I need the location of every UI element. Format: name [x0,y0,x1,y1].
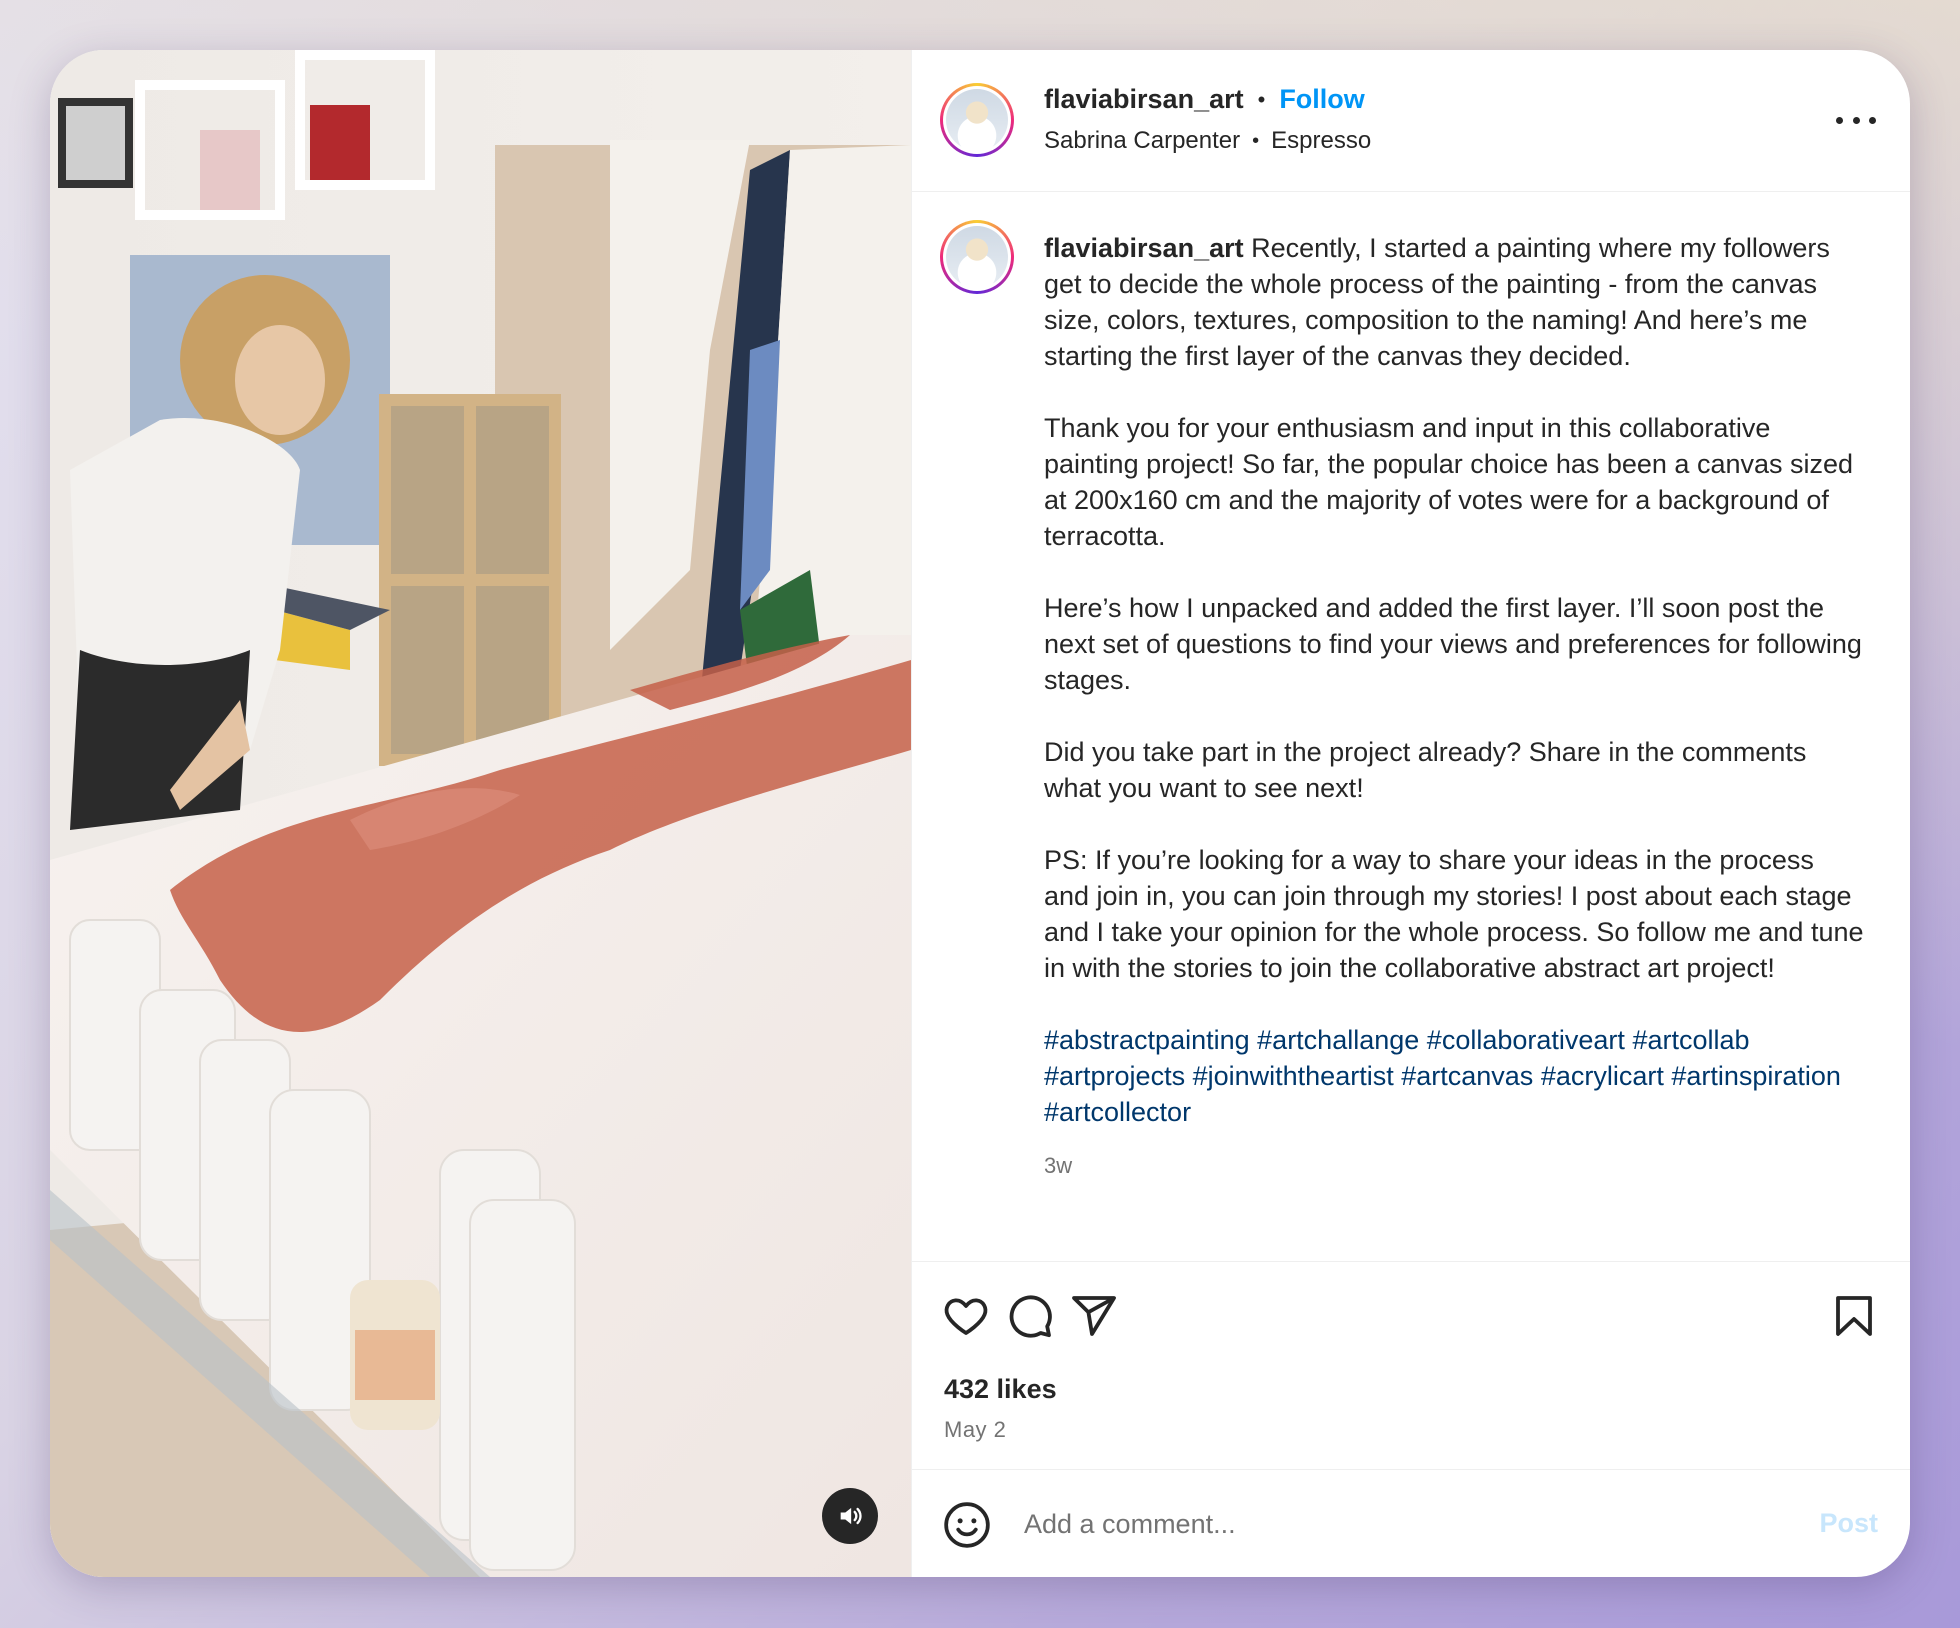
post-comment-button[interactable]: Post [1819,1508,1878,1539]
post-video[interactable] [50,50,911,1577]
caption-paragraph: PS: If you’re looking for a way to share… [1044,845,1864,983]
hashtag-link[interactable]: #artchallange [1257,1025,1419,1055]
comment-bubble-icon[interactable] [1006,1292,1054,1340]
heart-icon[interactable] [942,1292,990,1340]
dot-icon [1852,116,1860,124]
comment-bar: Post [912,1470,1910,1577]
hashtag-link[interactable]: #artcollab [1632,1025,1749,1055]
likes-count[interactable]: 432 likes [944,1374,1057,1405]
hashtag-link[interactable]: #artcanvas [1401,1061,1533,1091]
speaker-icon [840,1507,862,1525]
time-ago: 3w [1044,1153,1073,1178]
hashtag-link[interactable]: #abstractpainting [1044,1025,1250,1055]
more-options-button[interactable] [1836,110,1876,130]
caption-username-link[interactable]: flaviabirsan_art [1044,233,1244,263]
post-header: flaviabirsan_art • Follow Sabrina Carpen… [912,50,1910,192]
hashtag-link[interactable]: #artprojects [1044,1061,1185,1091]
follow-button[interactable]: Follow [1279,84,1364,115]
username-link[interactable]: flaviabirsan_art [1044,84,1244,115]
bookmark-icon[interactable] [1830,1292,1878,1340]
hashtag-link[interactable]: #joinwiththeartist [1193,1061,1394,1091]
dot-icon [1836,116,1843,124]
separator: • [1252,129,1260,152]
dot-icon [1869,116,1876,124]
hashtag-link[interactable]: #collaborativeart [1427,1025,1625,1055]
hashtag-link[interactable]: #acrylicart [1541,1061,1664,1091]
sound-toggle-button[interactable] [822,1488,878,1544]
post-dialog: flaviabirsan_art • Follow Sabrina Carpen… [50,50,1910,1577]
caption-paragraph: Did you take part in the project already… [1044,737,1807,803]
post-date: May 2 [944,1417,1007,1442]
post-details-panel: flaviabirsan_art • Follow Sabrina Carpen… [911,50,1910,1577]
audio-info: Sabrina Carpenter • Espresso [1044,127,1371,155]
action-bar: 432 likes May 2 [912,1262,1910,1470]
comment-input[interactable] [1024,1496,1624,1552]
caption-avatar[interactable] [940,220,1014,294]
separator: • [1257,86,1266,112]
caption-paragraph: flaviabirsan_art Recently, I started a p… [1044,233,1830,371]
avatar[interactable] [940,83,1014,157]
hashtag-link[interactable]: #artcollector [1044,1097,1191,1127]
caption-paragraph: Thank you for your enthusiasm and input … [1044,413,1854,551]
emoji-icon[interactable] [942,1500,992,1550]
audio-artist-link[interactable]: Sabrina Carpenter [1044,127,1240,155]
hashtag-link[interactable]: #artinspiration [1671,1061,1841,1091]
caption-text: flaviabirsan_art Recently, I started a p… [1044,230,1864,1184]
hashtag-list: #abstractpainting #artchallange #collabo… [1044,1022,1864,1130]
video-frame [50,50,911,1577]
caption-section: flaviabirsan_art Recently, I started a p… [912,192,1910,1262]
header-title-row: flaviabirsan_art • Follow [1044,84,1365,115]
paper-plane-icon[interactable] [1070,1292,1118,1340]
audio-track-link[interactable]: Espresso [1271,127,1371,155]
caption-paragraph: Here’s how I unpacked and added the firs… [1044,593,1862,695]
